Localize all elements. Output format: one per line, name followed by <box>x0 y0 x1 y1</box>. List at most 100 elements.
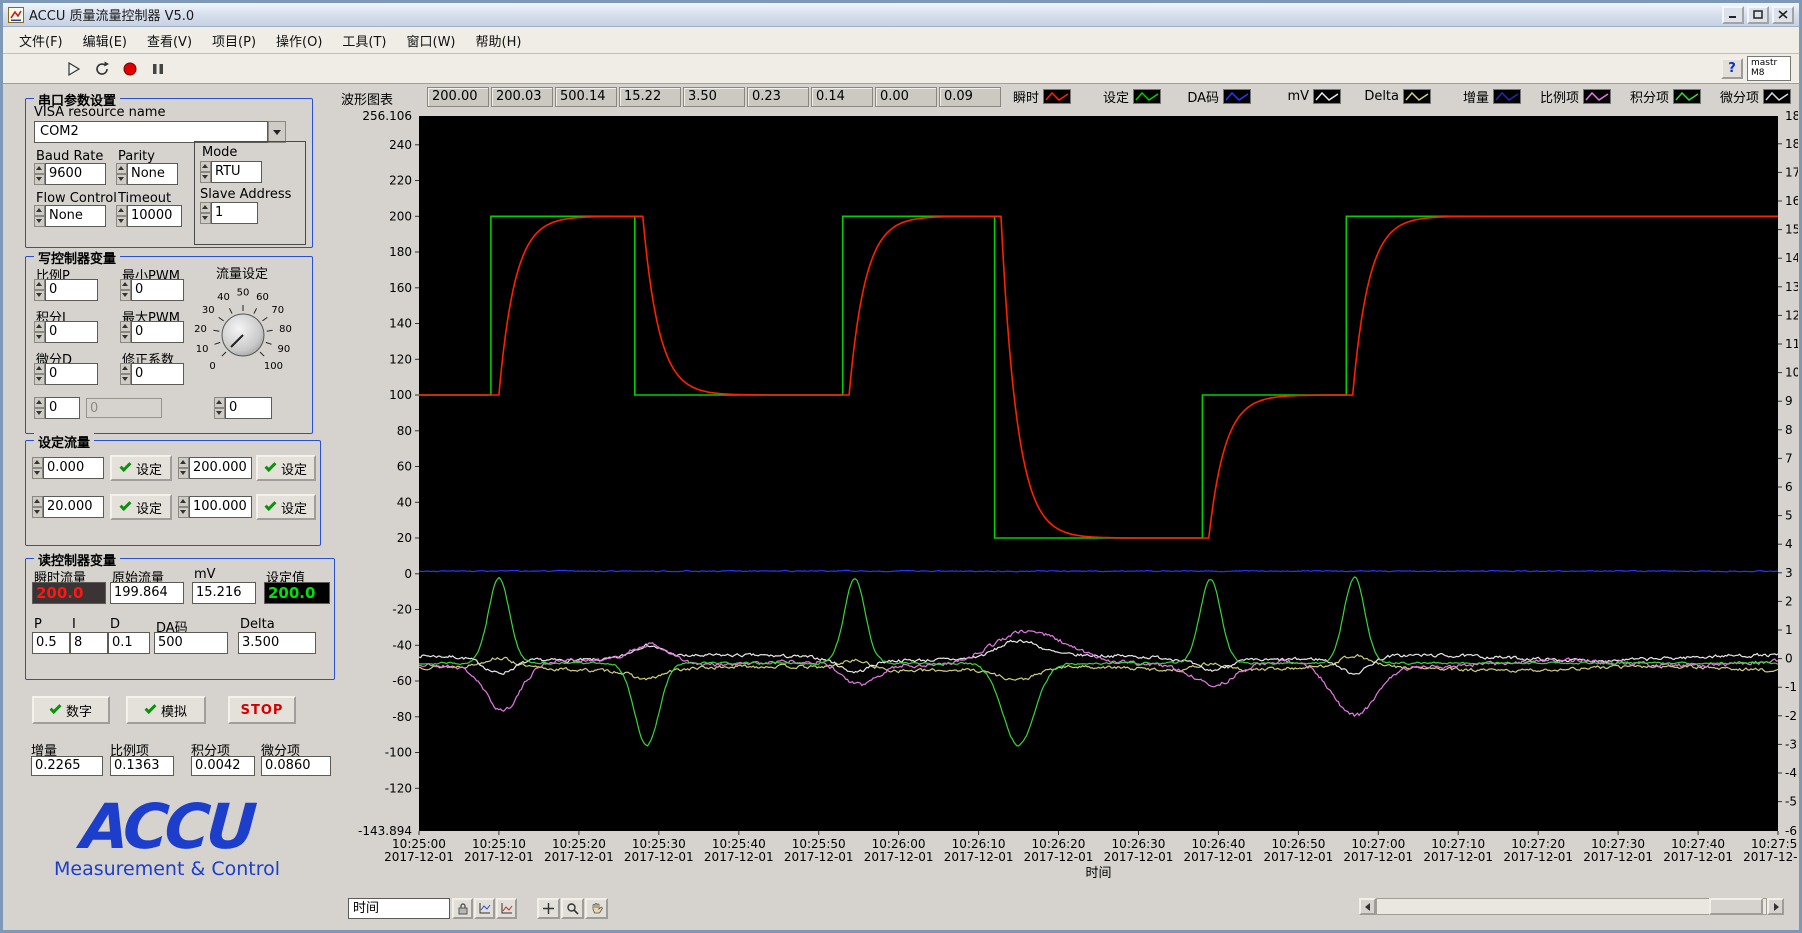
menu-item[interactable]: 编辑(E) <box>73 27 137 54</box>
spinner-arrows[interactable] <box>120 279 131 301</box>
spinner-arrows[interactable] <box>34 321 45 343</box>
increment-arrow-icon[interactable] <box>32 457 43 468</box>
decrement-arrow-icon[interactable] <box>120 374 131 385</box>
decrement-arrow-icon[interactable] <box>214 408 225 419</box>
legend-item[interactable]: DA码 <box>1161 87 1251 106</box>
menu-item[interactable]: 窗口(W) <box>397 27 466 54</box>
decrement-arrow-icon[interactable] <box>34 408 45 419</box>
spinner-arrows[interactable] <box>34 163 45 185</box>
spinner-value[interactable]: 0 <box>45 321 98 343</box>
increment-arrow-icon[interactable] <box>120 321 131 332</box>
decrement-arrow-icon[interactable] <box>34 174 45 185</box>
spinner-value[interactable]: 0 <box>131 279 184 301</box>
spinner-arrows[interactable] <box>34 279 45 301</box>
y-autoscale-button[interactable] <box>496 898 517 919</box>
set-flow-button-2[interactable]: 设定 <box>256 455 316 481</box>
spinner-arrows[interactable] <box>120 363 131 385</box>
spinner-value[interactable]: None <box>127 163 178 185</box>
abort-button[interactable] <box>117 57 142 81</box>
increment-arrow-icon[interactable] <box>34 397 45 408</box>
spinner-value[interactable]: 10000 <box>127 205 182 227</box>
spinner-arrows[interactable] <box>200 202 211 224</box>
spinner-value[interactable]: 100.000 <box>189 496 252 518</box>
spinner-arrows[interactable] <box>116 163 127 185</box>
decrement-arrow-icon[interactable] <box>34 290 45 301</box>
spinner-arrows[interactable] <box>116 205 127 227</box>
spinner-arrows[interactable] <box>34 363 45 385</box>
increment-arrow-icon[interactable] <box>178 496 189 507</box>
run-button[interactable] <box>61 57 86 81</box>
increment-arrow-icon[interactable] <box>34 205 45 216</box>
spinner-value[interactable]: 200.000 <box>189 457 252 479</box>
run-continuous-button[interactable] <box>89 57 114 81</box>
spinner-arrows[interactable] <box>214 397 225 419</box>
pan-tool-button[interactable] <box>585 898 608 919</box>
decrement-arrow-icon[interactable] <box>120 290 131 301</box>
spinner-value[interactable]: 0 <box>131 363 184 385</box>
visa-resource-select[interactable]: COM2 <box>34 121 286 143</box>
decrement-arrow-icon[interactable] <box>34 332 45 343</box>
help-button[interactable]: ? <box>1721 58 1743 79</box>
flow-setting-knob[interactable]: 0102030405060708090100 <box>178 275 308 393</box>
min-pwm-input[interactable]: 0 <box>120 279 184 301</box>
x-scale-lock-button[interactable] <box>452 898 473 919</box>
spinner-value[interactable]: 20.000 <box>43 496 104 518</box>
set-flow-button-1[interactable]: 设定 <box>110 455 172 481</box>
menu-item[interactable]: 项目(P) <box>202 27 266 54</box>
spinner-value[interactable]: 0 <box>45 397 80 419</box>
increment-arrow-icon[interactable] <box>34 163 45 174</box>
spinner-value[interactable]: 0 <box>131 321 184 343</box>
increment-arrow-icon[interactable] <box>200 202 211 213</box>
close-button[interactable] <box>1772 6 1794 24</box>
visa-value[interactable]: COM2 <box>34 121 268 143</box>
knob-value-input[interactable]: 0 <box>214 397 272 419</box>
decrement-arrow-icon[interactable] <box>116 216 127 227</box>
legend-item[interactable]: 积分项 <box>1611 87 1701 106</box>
font-selector[interactable]: mastr M8 <box>1747 56 1791 81</box>
decrement-arrow-icon[interactable] <box>200 213 211 224</box>
menu-item[interactable]: 帮助(H) <box>466 27 532 54</box>
set-flow-button-4[interactable]: 设定 <box>256 494 316 520</box>
legend-item[interactable]: mV <box>1251 87 1341 106</box>
titlebar[interactable]: ACCU 质量流量控制器 V5.0 <box>3 3 1799 27</box>
spinner-value[interactable]: 1 <box>211 202 258 224</box>
spinner-arrows[interactable] <box>34 397 45 419</box>
maximize-button[interactable] <box>1747 6 1769 24</box>
pause-button[interactable] <box>145 57 170 81</box>
decrement-arrow-icon[interactable] <box>120 332 131 343</box>
spinner-value[interactable]: 9600 <box>45 163 106 185</box>
menu-item[interactable]: 查看(V) <box>137 27 202 54</box>
x-scale-input[interactable]: 时间 <box>348 898 450 919</box>
legend-item[interactable]: 瞬时 <box>981 87 1071 106</box>
increment-arrow-icon[interactable] <box>116 205 127 216</box>
increment-arrow-icon[interactable] <box>32 496 43 507</box>
zoom-tool-button[interactable] <box>561 898 584 919</box>
spinner-arrows[interactable] <box>178 496 189 518</box>
decrement-arrow-icon[interactable] <box>200 172 211 183</box>
decrement-arrow-icon[interactable] <box>32 507 43 518</box>
stop-button[interactable]: STOP <box>228 696 296 724</box>
spinner-arrows[interactable] <box>32 457 43 479</box>
set-flow-input-4[interactable]: 100.000 <box>178 496 252 518</box>
derivative-input[interactable]: 0 <box>34 363 98 385</box>
spinner-value[interactable]: 0 <box>225 397 272 419</box>
proportional-input[interactable]: 0 <box>34 279 98 301</box>
x-autoscale-button[interactable] <box>474 898 495 919</box>
spinner-value[interactable]: None <box>45 205 106 227</box>
decrement-arrow-icon[interactable] <box>34 216 45 227</box>
cursor-tool-button[interactable] <box>537 898 560 919</box>
increment-arrow-icon[interactable] <box>214 397 225 408</box>
scrollbar-thumb[interactable] <box>1709 898 1763 915</box>
correction-input[interactable]: 0 <box>120 363 184 385</box>
menu-item[interactable]: 操作(O) <box>266 27 332 54</box>
spinner-arrows[interactable] <box>178 457 189 479</box>
timeout-input[interactable]: 10000 <box>116 205 182 227</box>
decrement-arrow-icon[interactable] <box>34 374 45 385</box>
spinner-arrows[interactable] <box>32 496 43 518</box>
spinner-value[interactable]: 0.000 <box>43 457 104 479</box>
analog-mode-button[interactable]: 模拟 <box>126 696 206 724</box>
decrement-arrow-icon[interactable] <box>178 468 189 479</box>
increment-arrow-icon[interactable] <box>116 163 127 174</box>
digital-mode-button[interactable]: 数字 <box>32 696 110 724</box>
increment-arrow-icon[interactable] <box>178 457 189 468</box>
